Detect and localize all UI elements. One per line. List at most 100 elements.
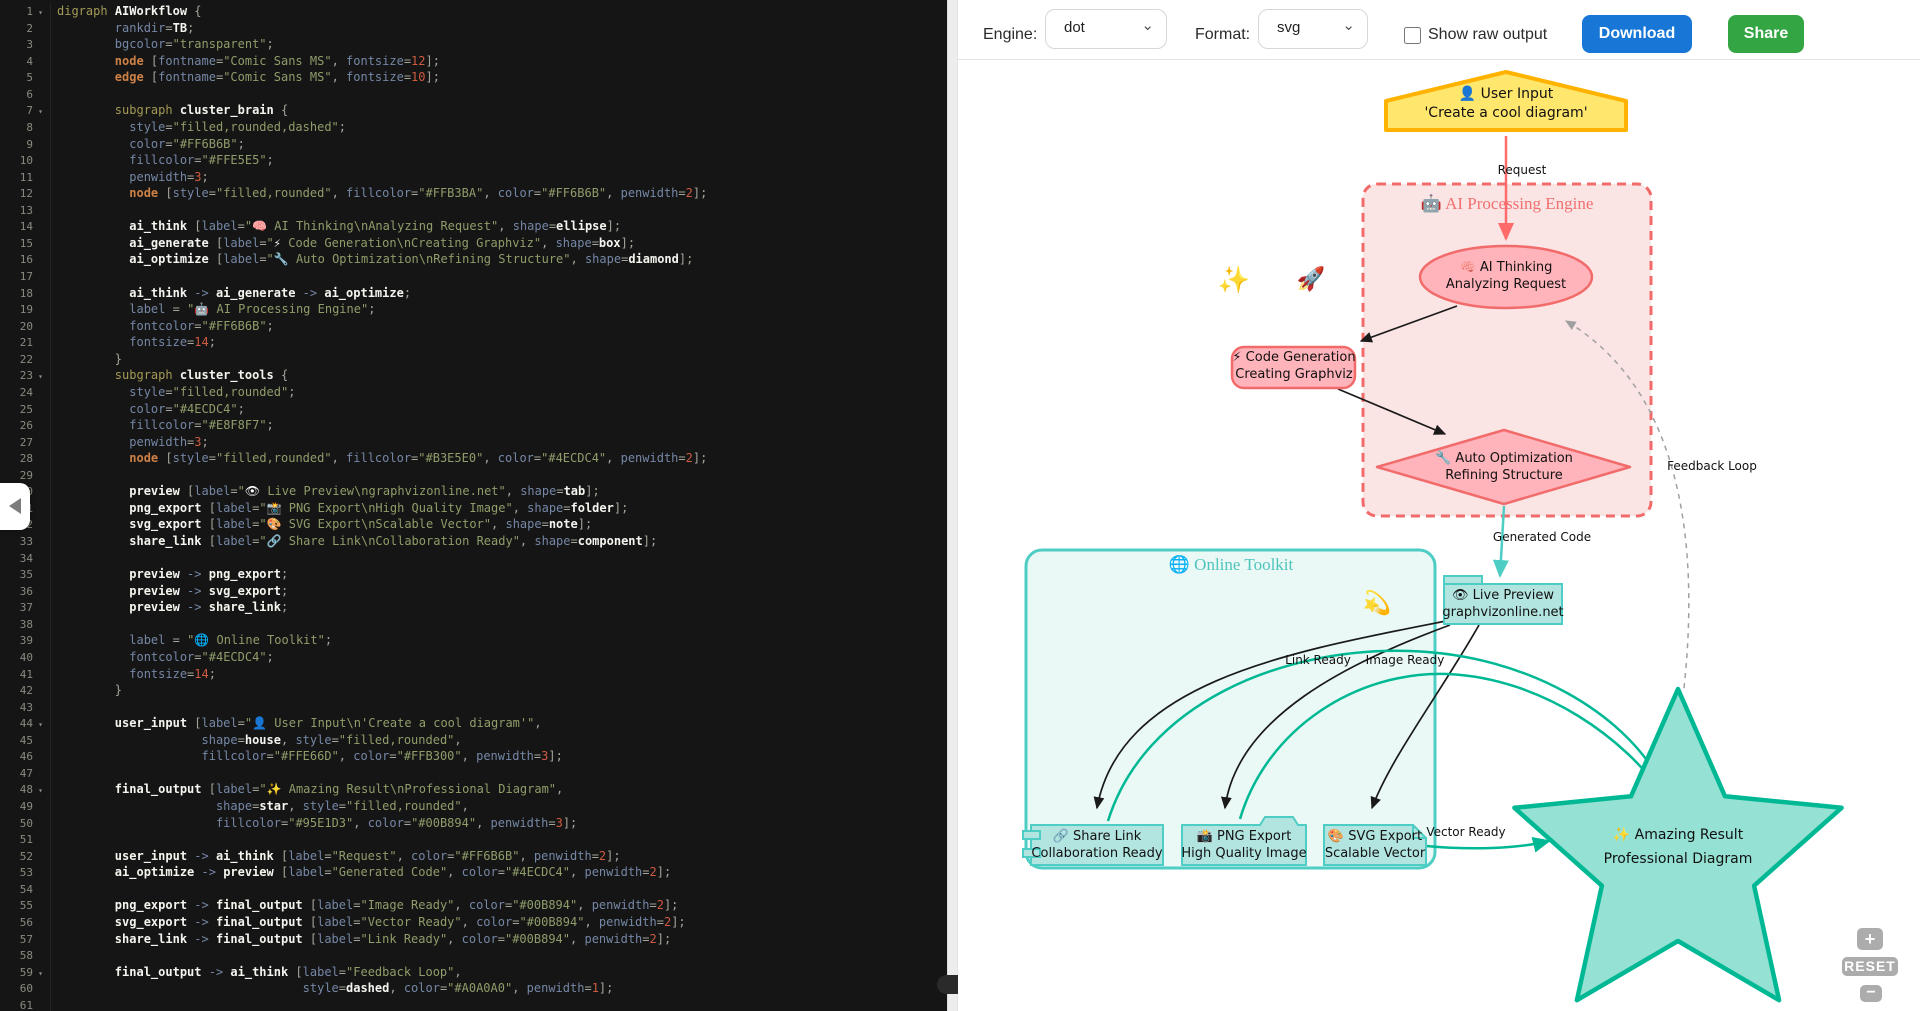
code-line[interactable]: 58 — [0, 947, 947, 964]
zoom-out-button[interactable]: − — [1860, 985, 1882, 1002]
code-line[interactable]: 9 color="#FF6B6B"; — [0, 136, 947, 153]
code-line[interactable]: 42 } — [0, 682, 947, 699]
code-line[interactable]: 13 — [0, 202, 947, 219]
code-line[interactable]: 12 node [style="filled,rounded", fillcol… — [0, 185, 947, 202]
code-line[interactable]: 7▾ subgraph cluster_brain { — [0, 102, 947, 119]
code-line[interactable]: 50 fillcolor="#95E1D3", color="#00B894",… — [0, 815, 947, 832]
code-line[interactable]: 17 — [0, 268, 947, 285]
code-line[interactable]: 54 — [0, 881, 947, 898]
share-button[interactable]: Share — [1728, 15, 1804, 53]
code-line[interactable]: 11 penwidth=3; — [0, 169, 947, 186]
line-number: 7 — [0, 103, 33, 120]
code-line[interactable]: 15 ai_generate [label="⚡ Code Generation… — [0, 235, 947, 252]
graph-svg — [958, 60, 1920, 1011]
line-number: 34 — [0, 551, 33, 568]
code-line[interactable]: 39 label = "🌐 Online Toolkit"; — [0, 632, 947, 649]
code-line[interactable]: 27 penwidth=3; — [0, 434, 947, 451]
code-line[interactable]: 43 — [0, 699, 947, 716]
code-line[interactable]: 57 share_link -> final_output [label="Li… — [0, 931, 947, 948]
code-line[interactable]: 36 preview -> svg_export; — [0, 583, 947, 600]
code-line[interactable]: 10 fillcolor="#FFE5E5"; — [0, 152, 947, 169]
line-number: 16 — [0, 252, 33, 269]
code-line[interactable]: 51 — [0, 831, 947, 848]
code-line[interactable]: 41 fontsize=14; — [0, 666, 947, 683]
collapse-editor-button[interactable] — [0, 483, 30, 530]
line-number: 6 — [0, 87, 33, 104]
code-line[interactable]: 35 preview -> png_export; — [0, 566, 947, 583]
code-line[interactable]: 38 — [0, 616, 947, 633]
code-line[interactable]: 59▾ final_output -> ai_think [label="Fee… — [0, 964, 947, 981]
code-line[interactable]: 26 fillcolor="#E8F8F7"; — [0, 417, 947, 434]
code-line[interactable]: 23▾ subgraph cluster_tools { — [0, 367, 947, 384]
code-line[interactable]: 24 style="filled,rounded"; — [0, 384, 947, 401]
cluster-online-toolkit — [1026, 550, 1435, 868]
line-number: 51 — [0, 832, 33, 849]
code-line[interactable]: 18 ai_think -> ai_generate -> ai_optimiz… — [0, 285, 947, 302]
code-line[interactable]: 55 png_export -> final_output [label="Im… — [0, 897, 947, 914]
show-raw-label[interactable]: Show raw output — [1428, 26, 1547, 44]
download-button[interactable]: Download — [1582, 15, 1692, 53]
code-lines[interactable]: 1▾digraph AIWorkflow {2 rankdir=TB;3 bgc… — [0, 0, 947, 1011]
code-line[interactable]: 28 node [style="filled,rounded", fillcol… — [0, 450, 947, 467]
code-line[interactable]: 29 — [0, 467, 947, 484]
code-line[interactable]: 16 ai_optimize [label="🔧 Auto Optimizati… — [0, 251, 947, 268]
code-line[interactable]: 4 node [fontname="Comic Sans MS", fontsi… — [0, 53, 947, 70]
code-line[interactable]: 5 edge [fontname="Comic Sans MS", fontsi… — [0, 69, 947, 86]
code-line[interactable]: 34 — [0, 550, 947, 567]
show-raw-checkbox[interactable] — [1404, 27, 1421, 44]
code-line[interactable]: 52 user_input -> ai_think [label="Reques… — [0, 848, 947, 865]
code-line[interactable]: 3 bgcolor="transparent"; — [0, 36, 947, 53]
line-number: 13 — [0, 203, 33, 220]
code-line[interactable]: 20 fontcolor="#FF6B6B"; — [0, 318, 947, 335]
code-line[interactable]: 45 shape=house, style="filled,rounded", — [0, 732, 947, 749]
dot-source-editor[interactable]: 1▾digraph AIWorkflow {2 rankdir=TB;3 bgc… — [0, 0, 947, 1011]
line-number: 18 — [0, 286, 33, 303]
engine-select[interactable]: dot ⌄ — [1045, 9, 1167, 49]
code-line[interactable]: 33 share_link [label="🔗 Share Link\nColl… — [0, 533, 947, 550]
code-line[interactable]: 19 label = "🤖 AI Processing Engine"; — [0, 301, 947, 318]
code-line[interactable]: 56 svg_export -> final_output [label="Ve… — [0, 914, 947, 931]
code-line[interactable]: 48▾ final_output [label="✨ Amazing Resul… — [0, 781, 947, 798]
code-line[interactable]: 49 shape=star, style="filled,rounded", — [0, 798, 947, 815]
line-number: 61 — [0, 998, 33, 1011]
line-number: 55 — [0, 898, 33, 915]
node-svg-export — [1324, 825, 1426, 865]
code-line[interactable]: 2 rankdir=TB; — [0, 20, 947, 37]
line-number: 46 — [0, 749, 33, 766]
code-line[interactable]: 21 fontsize=14; — [0, 334, 947, 351]
chevron-down-icon: ⌄ — [1342, 16, 1355, 34]
code-line[interactable]: 40 fontcolor="#4ECDC4"; — [0, 649, 947, 666]
code-line[interactable]: 44▾ user_input [label="👤 User Input\n'Cr… — [0, 715, 947, 732]
code-line[interactable]: 6 — [0, 86, 947, 103]
line-number: 4 — [0, 54, 33, 71]
chevron-down-icon: ⌄ — [1141, 16, 1154, 34]
format-select[interactable]: svg ⌄ — [1258, 9, 1368, 49]
code-line[interactable]: 37 preview -> share_link; — [0, 599, 947, 616]
code-line[interactable]: 47 — [0, 765, 947, 782]
code-line[interactable]: 32 svg_export [label="🎨 SVG Export\nScal… — [0, 516, 947, 533]
code-line[interactable]: 8 style="filled,rounded,dashed"; — [0, 119, 947, 136]
code-line[interactable]: 53 ai_optimize -> preview [label="Genera… — [0, 864, 947, 881]
code-line[interactable]: 1▾digraph AIWorkflow { — [0, 3, 947, 20]
line-number: 36 — [0, 584, 33, 601]
line-number: 3 — [0, 37, 33, 54]
code-line[interactable]: 31 png_export [label="📸 PNG Export\nHigh… — [0, 500, 947, 517]
node-preview — [1444, 584, 1562, 624]
code-line[interactable]: 30 preview [label="👁 Live Preview\ngraph… — [0, 483, 947, 500]
line-number: 11 — [0, 170, 33, 187]
line-number: 20 — [0, 319, 33, 336]
code-line[interactable]: 25 color="#4ECDC4"; — [0, 401, 947, 418]
component-tab-icon — [1023, 831, 1040, 839]
code-line[interactable]: 61 — [0, 997, 947, 1011]
line-number: 56 — [0, 915, 33, 932]
code-line[interactable]: 60 style=dashed, color="#A0A0A0", penwid… — [0, 980, 947, 997]
code-line[interactable]: 22 } — [0, 351, 947, 368]
code-line[interactable]: 46 fillcolor="#FFE66D", color="#FFB300",… — [0, 748, 947, 765]
zoom-in-button[interactable]: + — [1857, 928, 1883, 950]
line-number: 50 — [0, 816, 33, 833]
line-number: 45 — [0, 733, 33, 750]
collapse-left-icon — [9, 498, 21, 514]
code-line[interactable]: 14 ai_think [label="🧠 AI Thinking\nAnaly… — [0, 218, 947, 235]
zoom-reset-button[interactable]: RESET — [1842, 957, 1898, 976]
panel-splitter[interactable] — [947, 0, 958, 1011]
